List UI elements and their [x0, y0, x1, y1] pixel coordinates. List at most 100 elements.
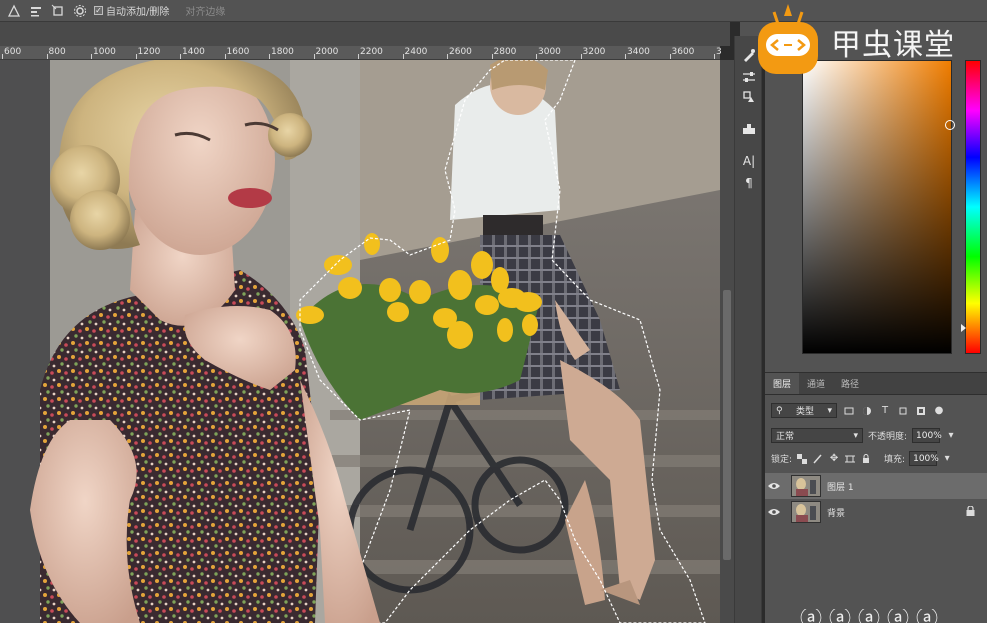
ruler-label: 2000: [315, 47, 339, 57]
ruler-label: 3200: [582, 47, 606, 57]
filter-toggle-icon[interactable]: ●: [933, 405, 945, 417]
fill-label: 填充:: [884, 455, 906, 465]
gear-icon[interactable]: [72, 3, 88, 19]
scrollbar-thumb[interactable]: [723, 290, 731, 560]
lock-artboard-icon[interactable]: [844, 453, 856, 465]
photo-image: [0, 60, 720, 623]
ruler-tick: [669, 54, 671, 59]
ruler-label: 1000: [93, 47, 116, 57]
hue-slider-arrow[interactable]: [961, 324, 966, 332]
filter-type-icon[interactable]: T: [879, 405, 891, 417]
filter-adjustment-icon[interactable]: [861, 405, 873, 417]
layer-filter-row: ⚲ 类型 ▾ T ●: [765, 403, 987, 418]
lock-all-icon[interactable]: [860, 453, 872, 465]
search-icon: ⚲: [776, 405, 783, 416]
ruler-tick: [714, 54, 715, 59]
tab-channels[interactable]: 通道: [799, 373, 833, 394]
filter-kind-label: 类型: [796, 407, 815, 417]
ruler-label: 1200: [137, 47, 161, 57]
document-tab-strip: [0, 22, 730, 46]
lock-label: 锁定:: [771, 455, 793, 465]
lock-icon: [966, 504, 975, 519]
ruler-tick: [491, 54, 493, 59]
hue-slider[interactable]: [965, 60, 981, 354]
chevron-down-icon[interactable]: ▾: [941, 453, 953, 465]
beetle-logo-icon: [758, 4, 818, 74]
ruler-tick: [180, 54, 181, 59]
path-arrange-icon[interactable]: [50, 3, 66, 19]
auto-add-remove-label: 自动添加/删除: [106, 7, 170, 18]
ruler-label: 2800: [493, 47, 517, 57]
chevron-down-icon[interactable]: ▾: [945, 430, 957, 442]
ruler-label: 2600: [449, 47, 472, 57]
character-panel-icon[interactable]: A|: [740, 152, 758, 170]
color-picker-cursor[interactable]: [945, 120, 955, 130]
ruler-tick: [269, 54, 270, 59]
ruler-tick: [91, 54, 92, 59]
ruler-tick: [313, 54, 315, 59]
pen-options-icon[interactable]: [6, 3, 22, 19]
visibility-eye-icon[interactable]: [765, 482, 783, 490]
lock-fill-row: 锁定: ✥ 填充: 100% ▾: [765, 451, 987, 466]
layer-filter-dropdown[interactable]: ⚲ 类型 ▾: [771, 403, 837, 418]
fill-field[interactable]: 100%: [909, 451, 939, 466]
filter-shape-icon[interactable]: [897, 405, 909, 417]
visibility-eye-icon[interactable]: [765, 508, 783, 516]
photoshop-window: ✓ 自动添加/删除 对齐边缘 600 800 1000 1200 1400 1600 180…: [0, 0, 987, 623]
lock-position-icon[interactable]: ✥: [828, 453, 840, 465]
ruler-label: 1800: [271, 47, 294, 57]
blend-mode-value: 正常: [776, 432, 795, 442]
panel-tools-column: A| ¶: [734, 36, 762, 623]
brand-watermark: 甲虫课堂: [752, 2, 987, 82]
blend-opacity-row: 正常 ▾ 不透明度: 100% ▾: [765, 428, 987, 443]
ruler-tick: [402, 54, 404, 59]
ruler-tick: [358, 54, 359, 59]
ruler-label: 2200: [360, 47, 383, 57]
color-picker-panel: [765, 46, 987, 372]
ruler-label: 2400: [404, 47, 428, 57]
layer-thumbnail: [791, 475, 821, 497]
auto-add-remove-option[interactable]: ✓ 自动添加/删除: [94, 3, 169, 18]
layer-row-layer1[interactable]: 图层 1: [765, 473, 987, 499]
ruler-label: 600: [4, 47, 22, 57]
saturation-brightness-field[interactable]: [802, 60, 952, 354]
chevron-down-icon: ▾: [853, 430, 858, 441]
horizontal-ruler[interactable]: 600 800 1000 1200 1400 1600 1800 2000 2200 2400 26…: [0, 46, 722, 60]
ruler-tick: [46, 54, 48, 59]
layer-row-background[interactable]: 背景: [765, 499, 987, 525]
lock-image-icon[interactable]: [812, 453, 824, 465]
ruler-label: 3600: [671, 47, 695, 57]
layers-panel-tabs: 图层 通道 路径: [765, 373, 987, 395]
brand-text: 甲虫课堂: [831, 28, 955, 63]
ruler-label: 1400: [182, 47, 205, 57]
align-edges-label[interactable]: 对齐边缘: [185, 3, 225, 18]
blend-mode-dropdown[interactable]: 正常 ▾: [771, 428, 863, 443]
ruler-tick: [135, 54, 137, 59]
ruler-tick: [625, 54, 626, 59]
filter-pixel-icon[interactable]: [843, 405, 855, 417]
ruler-tick: [447, 54, 448, 59]
ruler-tick: [580, 54, 582, 59]
document-canvas[interactable]: [0, 60, 720, 623]
tab-paths[interactable]: 路径: [833, 373, 867, 394]
canvas-vertical-scrollbar[interactable]: [720, 60, 734, 623]
ruler-tick: [536, 54, 537, 59]
tool-presets-icon[interactable]: [740, 120, 758, 138]
lock-transparent-icon[interactable]: [796, 453, 808, 465]
ruler-label: 3400: [627, 47, 650, 57]
path-align-icon[interactable]: [28, 3, 44, 19]
tab-layers[interactable]: 图层: [765, 373, 800, 394]
ruler-label: 1600: [226, 47, 250, 57]
opacity-field[interactable]: 100%: [912, 428, 942, 443]
paragraph-panel-icon[interactable]: ¶: [740, 174, 758, 192]
filter-smart-object-icon[interactable]: [915, 405, 927, 417]
ruler-tick: [224, 54, 226, 59]
ruler-tick: [2, 54, 3, 59]
layer-name: 背景: [827, 508, 846, 519]
layer-thumbnail: [791, 501, 821, 523]
ruler-label: 800: [48, 47, 66, 57]
opacity-label: 不透明度:: [868, 432, 908, 442]
auto-add-remove-checkbox[interactable]: ✓: [94, 6, 103, 15]
bottom-watermark-text: ⓐ ⓐ ⓐ ⓐ ⓐ: [800, 609, 938, 623]
clone-source-icon[interactable]: [740, 88, 758, 106]
